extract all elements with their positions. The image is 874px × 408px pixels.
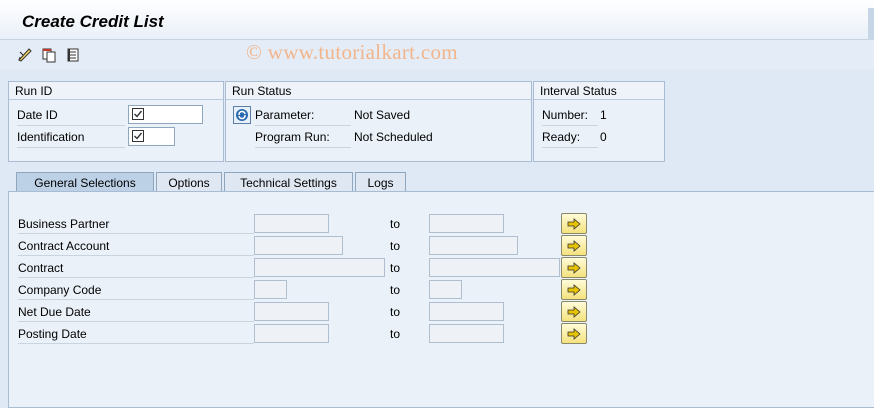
company-code-label: Company Code — [18, 281, 254, 300]
net-due-date-to-field[interactable] — [429, 302, 504, 321]
interval-status-group: Interval Status Number: 1 Ready: 0 — [533, 81, 665, 162]
required-checkbox-icon — [132, 130, 144, 142]
contract-account-from-field[interactable] — [254, 236, 343, 255]
posting-date-to-field[interactable] — [429, 324, 504, 343]
tab-options[interactable]: Options — [156, 172, 222, 192]
to-label: to — [390, 261, 401, 275]
required-checkbox-icon — [132, 108, 144, 120]
to-label: to — [390, 283, 401, 297]
run-status-group: Run Status Parameter: Not Saved Program … — [225, 81, 532, 162]
business-partner-to-field[interactable] — [429, 214, 504, 233]
identification-label: Identification — [17, 130, 125, 148]
run-status-group-title: Run Status — [226, 82, 531, 100]
run-id-group: Run ID Date ID Identification — [8, 81, 224, 162]
contract-multiple-selection-button[interactable] — [561, 257, 587, 278]
to-label: to — [390, 327, 401, 341]
title-bar: Create Credit List — [0, 0, 874, 40]
contract-account-to-field[interactable] — [429, 236, 518, 255]
business-partner-from-field[interactable] — [254, 214, 329, 233]
ready-label: Ready: — [542, 130, 598, 148]
edit-pencil-icon[interactable] — [17, 47, 33, 63]
watermark-text: © www.tutorialkart.com — [246, 40, 458, 64]
net-due-date-multiple-selection-button[interactable] — [561, 301, 587, 322]
to-label: to — [390, 239, 401, 253]
tab-technical-settings[interactable]: Technical Settings — [224, 172, 353, 192]
arrow-right-icon — [567, 305, 581, 318]
identification-field[interactable] — [128, 127, 175, 146]
arrow-right-icon — [567, 261, 581, 274]
arrow-right-icon — [567, 327, 581, 340]
tab-general-selections[interactable]: General Selections — [16, 172, 154, 192]
title-bar-shade — [868, 8, 874, 40]
ready-value: 0 — [600, 130, 607, 144]
arrow-right-icon — [567, 217, 581, 230]
company-code-multiple-selection-button[interactable] — [561, 279, 587, 300]
net-due-date-from-field[interactable] — [254, 302, 329, 321]
parameter-label: Parameter: — [255, 108, 351, 126]
program-run-value: Not Scheduled — [354, 130, 433, 144]
general-selections-panel: Business Partner to Contract Account to … — [8, 191, 874, 408]
to-label: to — [390, 217, 401, 231]
refresh-icon — [236, 109, 248, 121]
posting-date-multiple-selection-button[interactable] — [561, 323, 587, 344]
arrow-right-icon — [567, 239, 581, 252]
run-id-group-title: Run ID — [9, 82, 223, 100]
contract-to-field[interactable] — [429, 258, 560, 277]
refresh-status-button[interactable] — [233, 106, 251, 124]
contract-account-multiple-selection-button[interactable] — [561, 235, 587, 256]
number-value: 1 — [600, 108, 607, 122]
page-title: Create Credit List — [22, 12, 164, 31]
tab-logs[interactable]: Logs — [355, 172, 406, 192]
posting-date-from-field[interactable] — [254, 324, 329, 343]
date-id-label: Date ID — [17, 108, 125, 126]
variant-list-icon[interactable] — [65, 47, 81, 63]
posting-date-label: Posting Date — [18, 325, 254, 344]
date-id-field[interactable] — [128, 105, 203, 124]
copy-icon[interactable] — [41, 47, 57, 63]
main-area: Run ID Date ID Identification Run Status — [0, 69, 874, 408]
contract-from-field[interactable] — [254, 258, 385, 277]
to-label: to — [390, 305, 401, 319]
business-partner-label: Business Partner — [18, 215, 254, 234]
arrow-right-icon — [567, 283, 581, 296]
net-due-date-label: Net Due Date — [18, 303, 254, 322]
contract-account-label: Contract Account — [18, 237, 254, 256]
company-code-from-field[interactable] — [254, 280, 287, 299]
contract-label: Contract — [18, 259, 254, 278]
interval-status-group-title: Interval Status — [534, 82, 664, 100]
parameter-value: Not Saved — [354, 108, 411, 122]
program-run-label: Program Run: — [255, 130, 351, 148]
business-partner-multiple-selection-button[interactable] — [561, 213, 587, 234]
company-code-to-field[interactable] — [429, 280, 462, 299]
number-label: Number: — [542, 108, 598, 126]
